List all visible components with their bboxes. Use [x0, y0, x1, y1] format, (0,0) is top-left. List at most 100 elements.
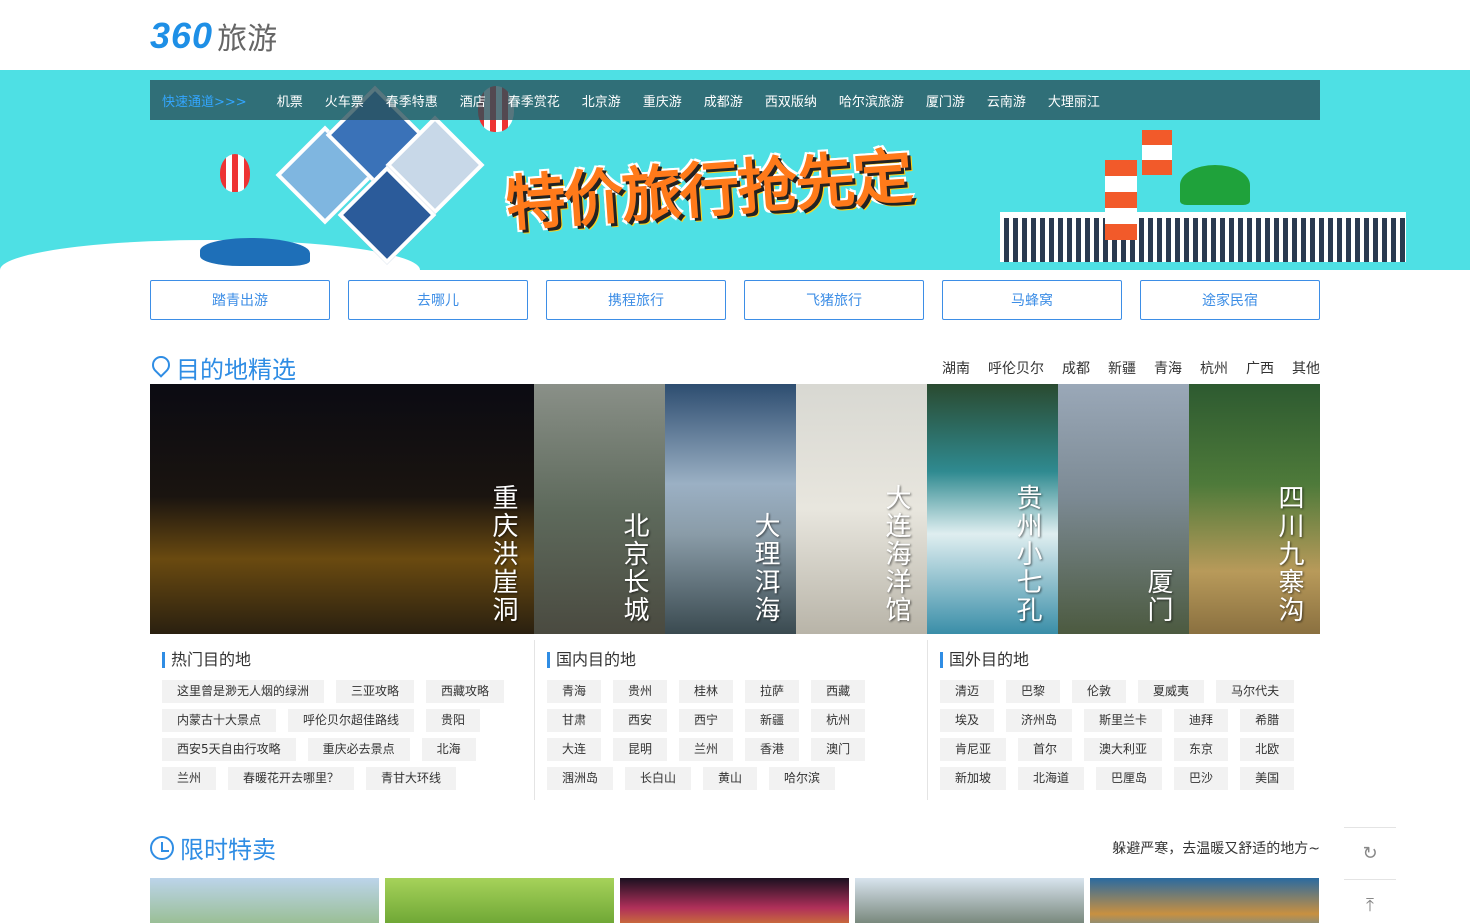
destination-tag[interactable]: 希腊 [1240, 709, 1295, 732]
region-tab[interactable]: 其他 [1292, 358, 1320, 378]
destination-tag[interactable]: 长白山 [625, 767, 692, 790]
quick-nav-item[interactable]: 大理丽江 [1048, 91, 1100, 110]
destination-tag[interactable]: 这里曾是渺无人烟的绿洲 [162, 680, 325, 703]
destination-tag[interactable]: 西藏攻略 [426, 680, 505, 703]
quick-nav-item[interactable]: 春季特惠 [386, 91, 438, 110]
partner-button[interactable]: 途家民宿 [1140, 280, 1320, 320]
quick-nav-item[interactable]: 火车票 [325, 91, 364, 110]
destination-tag[interactable]: 哈尔滨 [769, 767, 836, 790]
destination-tag[interactable]: 香港 [745, 738, 800, 761]
sale-card-image[interactable] [1090, 878, 1319, 923]
partner-button[interactable]: 去哪儿 [348, 280, 528, 320]
quick-nav-item[interactable]: 机票 [277, 91, 303, 110]
quick-nav-item[interactable]: 重庆游 [643, 91, 682, 110]
quick-nav-item[interactable]: 哈尔滨旅游 [839, 91, 904, 110]
quick-nav-item[interactable]: 成都游 [704, 91, 743, 110]
destination-tag[interactable]: 西宁 [679, 709, 734, 732]
destination-tile[interactable]: 大理洱海 [665, 384, 796, 634]
destination-tag[interactable]: 伦敦 [1072, 680, 1127, 703]
partner-button[interactable]: 马蜂窝 [942, 280, 1122, 320]
destination-tag[interactable]: 拉萨 [745, 680, 800, 703]
sale-card-image[interactable] [620, 878, 849, 923]
quick-nav-item[interactable]: 酒店 [460, 91, 486, 110]
destination-tag[interactable]: 夏威夷 [1138, 680, 1205, 703]
destination-tag[interactable]: 北欧 [1240, 738, 1295, 761]
destination-tag[interactable]: 青甘大环线 [366, 767, 457, 790]
destination-tag[interactable]: 兰州 [679, 738, 734, 761]
destination-tag[interactable]: 涠洲岛 [547, 767, 614, 790]
destination-tile[interactable]: 厦门 [1058, 384, 1189, 634]
destination-tag[interactable]: 巴厘岛 [1096, 767, 1163, 790]
region-tab[interactable]: 成都 [1062, 358, 1090, 378]
destination-tag[interactable]: 迪拜 [1174, 709, 1229, 732]
destination-tag[interactable]: 兰州 [162, 767, 217, 790]
quick-nav-item[interactable]: 北京游 [582, 91, 621, 110]
quick-nav-item[interactable]: 春季赏花 [508, 91, 560, 110]
destination-tag[interactable]: 东京 [1174, 738, 1229, 761]
destination-tag[interactable]: 三亚攻略 [336, 680, 415, 703]
partner-button[interactable]: 踏青出游 [150, 280, 330, 320]
destination-tag[interactable]: 西藏 [811, 680, 866, 703]
destination-tag[interactable]: 桂林 [679, 680, 734, 703]
destination-tag[interactable]: 首尔 [1018, 738, 1073, 761]
refresh-icon[interactable]: ↻ [1344, 827, 1396, 879]
destination-tag[interactable]: 黄山 [703, 767, 758, 790]
destination-tag[interactable]: 新疆 [745, 709, 800, 732]
destination-tag[interactable]: 斯里兰卡 [1084, 709, 1163, 732]
region-tab[interactable]: 呼伦贝尔 [988, 358, 1044, 378]
destination-tag[interactable]: 贵州 [613, 680, 668, 703]
quick-nav-item[interactable]: 云南游 [987, 91, 1026, 110]
destination-tag[interactable]: 昆明 [613, 738, 668, 761]
destination-tag[interactable]: 呼伦贝尔超佳路线 [288, 709, 415, 732]
destination-tile[interactable]: 大连海洋馆 [796, 384, 927, 634]
destinations-header: 目的地精选 [150, 350, 296, 385]
promo-banner[interactable]: 快速通道>>> 机票 火车票 春季特惠 酒店 春季赏花 北京游 重庆游 成都游 … [0, 70, 1470, 270]
sale-card-image[interactable] [385, 878, 614, 923]
destination-tag[interactable]: 巴黎 [1006, 680, 1061, 703]
destination-tag[interactable]: 澳门 [811, 738, 866, 761]
destination-tag[interactable]: 青海 [547, 680, 602, 703]
partner-button[interactable]: 携程旅行 [546, 280, 726, 320]
destination-tile[interactable]: 贵州小七孔 [927, 384, 1058, 634]
destination-tag[interactable]: 重庆必去景点 [307, 738, 410, 761]
partner-button[interactable]: 飞猪旅行 [744, 280, 924, 320]
region-tab[interactable]: 杭州 [1200, 358, 1228, 378]
destination-tag[interactable]: 美国 [1240, 767, 1295, 790]
destination-tag[interactable]: 埃及 [940, 709, 995, 732]
site-logo[interactable]: 360 旅游 [150, 15, 277, 57]
destination-tile[interactable]: 北京长城 [534, 384, 665, 634]
destination-tag[interactable]: 大连 [547, 738, 602, 761]
tile-label: 四川九寨沟 [1274, 484, 1304, 624]
destination-tag[interactable]: 济州岛 [1006, 709, 1073, 732]
quick-nav-item[interactable]: 厦门游 [926, 91, 965, 110]
back-to-top-icon[interactable]: ⤒ [1344, 879, 1396, 923]
sale-card-image[interactable] [150, 878, 379, 923]
photo-collage [275, 85, 485, 265]
destination-tile[interactable]: 四川九寨沟 [1189, 384, 1320, 634]
destination-tag[interactable]: 西安5天自由行攻略 [162, 738, 296, 761]
destination-tag[interactable]: 杭州 [811, 709, 866, 732]
location-pin-icon [150, 356, 170, 380]
destination-tag[interactable]: 肯尼亚 [940, 738, 1007, 761]
lighthouse-illustration [1105, 160, 1137, 240]
quick-nav-item[interactable]: 西双版纳 [765, 91, 817, 110]
destination-tag[interactable]: 北海 [421, 738, 476, 761]
destination-tile[interactable]: 重庆洪崖洞 [150, 384, 534, 634]
destination-tag[interactable]: 清迈 [940, 680, 995, 703]
region-tab[interactable]: 广西 [1246, 358, 1274, 378]
destination-tag[interactable]: 贵阳 [426, 709, 481, 732]
destination-tag[interactable]: 甘肃 [547, 709, 602, 732]
destination-tag[interactable]: 新加坡 [940, 767, 1007, 790]
destination-tag[interactable]: 澳大利亚 [1084, 738, 1163, 761]
destination-tag[interactable]: 内蒙古十大景点 [162, 709, 277, 732]
destination-tag[interactable]: 马尔代夫 [1216, 680, 1295, 703]
sale-card-image[interactable] [855, 878, 1084, 923]
destination-tag[interactable]: 北海道 [1018, 767, 1085, 790]
destination-tag[interactable]: 春暖花开去哪里？ [228, 767, 355, 790]
list-title: 国内目的地 [547, 652, 927, 668]
region-tab[interactable]: 新疆 [1108, 358, 1136, 378]
region-tab[interactable]: 青海 [1154, 358, 1182, 378]
destination-tag[interactable]: 巴沙 [1174, 767, 1229, 790]
region-tab[interactable]: 湖南 [942, 358, 970, 378]
destination-tag[interactable]: 西安 [613, 709, 668, 732]
